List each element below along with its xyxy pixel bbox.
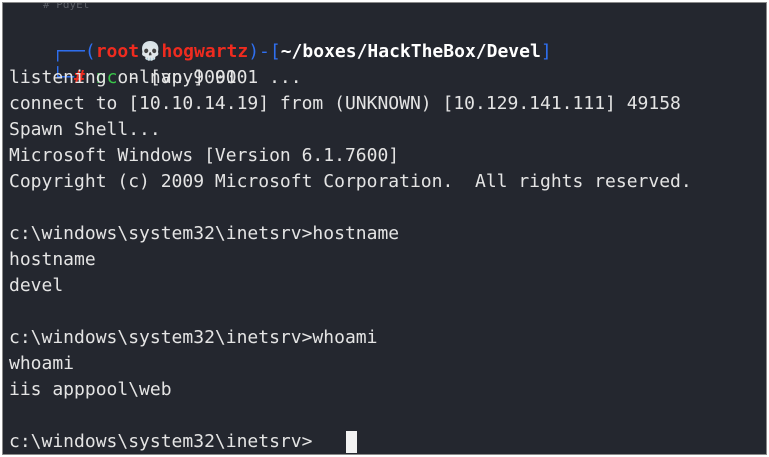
output-line: c:\windows\system32\inetsrv>whoami: [9, 327, 378, 348]
output-line: c:\windows\system32\inetsrv>hostname: [9, 223, 400, 244]
output-line: Microsoft Windows [Version 6.1.7600]: [9, 145, 400, 166]
output-line: devel: [9, 275, 64, 296]
prompt-header: ┌──(root💀hogwartz)-[~/boxes/HackTheBox/D…: [9, 13, 551, 62]
output-line: iis apppool\web: [9, 379, 172, 400]
output-line: Copyright (c) 2009 Microsoft Corporation…: [9, 171, 692, 192]
text-cursor[interactable]: [346, 431, 357, 453]
prompt-path: ~/boxes/HackTheBox/Devel: [280, 41, 541, 62]
output-line: Spawn Shell...: [9, 119, 161, 140]
output-line: listening on [any] 9001 ...: [9, 67, 302, 88]
output-line: whoami: [9, 353, 75, 374]
prompt-command-line: └─# nc -lnvp 9001: [9, 39, 236, 88]
output-line: hostname: [9, 249, 96, 270]
prompt-mid: )-[: [248, 41, 281, 62]
shell-prompt-line: c:\windows\system32\inetsrv>: [9, 431, 313, 452]
prompt-close: ]: [540, 41, 552, 62]
output-line: connect to [10.10.14.19] from (UNKNOWN) …: [9, 93, 681, 114]
ghost-text: # PdyEt: [43, 2, 90, 11]
terminal-window[interactable]: # PdyEt ┌──(root💀hogwartz)-[~/boxes/Hack…: [2, 2, 767, 455]
